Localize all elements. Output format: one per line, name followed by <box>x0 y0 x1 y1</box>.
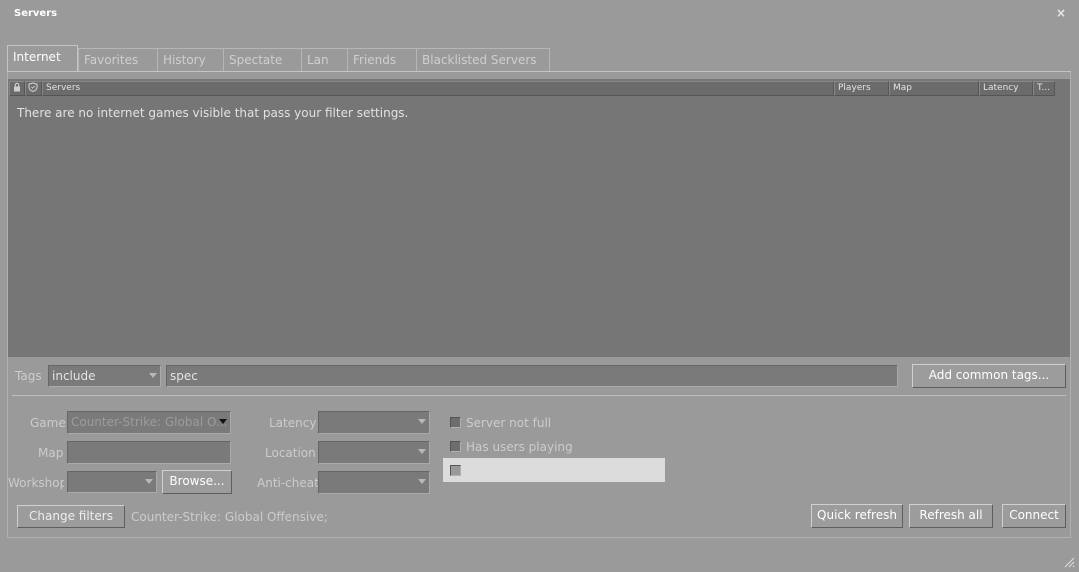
tab-friends[interactable]: Friends <box>347 48 421 71</box>
location-dropdown[interactable] <box>318 441 430 464</box>
tab-spectate[interactable]: Spectate <box>223 48 302 71</box>
connect-button[interactable]: Connect <box>1002 504 1066 528</box>
tab-favorites[interactable]: Favorites <box>78 48 163 71</box>
has-users-playing-label: Has users playing <box>466 440 573 454</box>
window-title: Servers <box>14 8 58 19</box>
game-label: Game <box>30 416 66 430</box>
tab-lan[interactable]: Lan <box>301 48 349 71</box>
chevron-down-icon <box>418 419 426 424</box>
empty-list-message: There are no internet games visible that… <box>17 106 409 120</box>
workshop-label: Workshop <box>8 476 64 490</box>
lock-icon <box>14 82 20 92</box>
resize-grip-icon[interactable] <box>1063 556 1075 568</box>
tab-blacklisted-servers[interactable]: Blacklisted Servers <box>416 48 550 71</box>
column-tags[interactable]: T... <box>1033 81 1055 96</box>
quick-refresh-button[interactable]: Quick refresh <box>811 504 903 528</box>
column-servers[interactable]: Servers <box>42 81 834 96</box>
game-value: Counter-Strike: Global O... <box>71 415 228 429</box>
highlighted-checkbox-row[interactable] <box>443 458 665 482</box>
column-lock[interactable] <box>9 81 25 96</box>
filter-summary: Counter-Strike: Global Offensive; <box>131 510 328 524</box>
map-label: Map <box>38 446 64 460</box>
server-list[interactable]: Servers Players Map Latency T... <box>8 79 1070 357</box>
shield-icon <box>28 82 38 93</box>
game-dropdown[interactable]: Counter-Strike: Global O... <box>67 411 231 434</box>
chevron-down-icon <box>145 479 153 484</box>
tags-label: Tags <box>15 369 42 383</box>
has-users-playing-checkbox[interactable] <box>450 441 461 452</box>
column-players[interactable]: Players <box>834 81 889 96</box>
map-input[interactable] <box>67 441 231 464</box>
column-secure[interactable] <box>25 81 42 96</box>
server-not-full-checkbox[interactable] <box>450 417 461 428</box>
latency-label: Latency <box>269 416 317 430</box>
tags-input-value: spec <box>170 369 198 383</box>
tags-mode-dropdown[interactable]: include <box>48 365 161 387</box>
column-map[interactable]: Map <box>889 81 979 96</box>
column-latency[interactable]: Latency <box>979 81 1033 96</box>
unlabeled-checkbox[interactable] <box>450 465 461 476</box>
tags-input[interactable]: spec <box>166 365 898 387</box>
chevron-down-icon <box>418 449 426 454</box>
refresh-all-button[interactable]: Refresh all <box>909 504 993 528</box>
latency-dropdown[interactable] <box>318 411 430 434</box>
change-filters-button[interactable]: Change filters <box>17 505 125 528</box>
chevron-down-icon <box>219 419 227 424</box>
add-common-tags-button[interactable]: Add common tags... <box>912 364 1066 388</box>
anticheat-label: Anti-cheat <box>257 476 319 490</box>
tab-history[interactable]: History <box>157 48 227 71</box>
server-not-full-label: Server not full <box>466 416 552 430</box>
location-label: Location <box>265 446 316 460</box>
chevron-down-icon <box>418 479 426 484</box>
filters-divider <box>12 395 1066 396</box>
tags-mode-value: include <box>52 369 96 383</box>
tab-internet[interactable]: Internet <box>7 45 78 72</box>
close-icon[interactable]: × <box>1056 6 1066 20</box>
workshop-dropdown[interactable] <box>67 471 157 493</box>
browse-button[interactable]: Browse... <box>162 470 232 494</box>
anticheat-dropdown[interactable] <box>318 471 430 494</box>
chevron-down-icon <box>149 373 157 378</box>
